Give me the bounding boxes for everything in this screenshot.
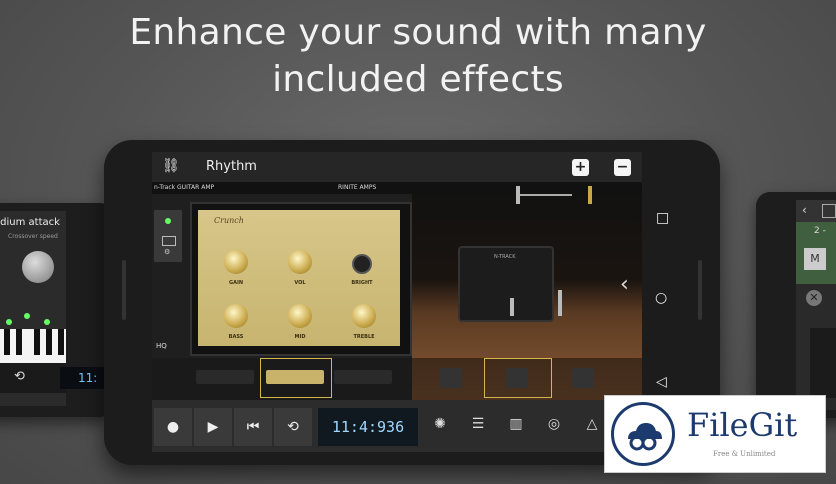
knob-label: MID [294,334,306,340]
amp-selector [152,358,412,400]
speaker-grille [698,260,702,320]
back-icon[interactable]: ◁ [656,374,667,390]
recents-icon[interactable]: □ [656,210,669,226]
right-device: ‹ 2 - M ✕ [756,192,836,418]
amp-header: n-Track GUITAR AMP RINITE AMPS [152,182,412,194]
knob-label: BRIGHT [351,280,373,286]
cabinet-brand: N-TRACK [494,254,516,260]
mixer-icon[interactable]: ☰ [466,416,490,438]
amp-thumb[interactable] [196,370,254,384]
amp-thumb-selected[interactable] [266,370,324,384]
add-button[interactable]: + [572,159,589,176]
led-icon [44,319,50,325]
switch-icon[interactable] [162,236,176,246]
bass-knob[interactable] [224,304,248,328]
amp-model-label: Crunch [214,216,244,225]
cabinet-thumb[interactable] [440,368,462,388]
track-label: 2 - [814,226,826,236]
chevron-left-icon[interactable]: ‹ [620,272,629,297]
filegit-tagline: Free & Unlimited [713,450,776,458]
grid-icon[interactable] [822,204,836,218]
filegit-logo-icon [611,402,675,466]
home-icon[interactable]: ○ [655,290,667,306]
cabinet-thumb-selected[interactable] [506,368,528,388]
mid-knob[interactable] [288,304,312,328]
knob-label: BASS [228,334,244,340]
cabinet-selector [412,358,642,400]
top-bar: ⛓ Rhythm + − [152,152,642,182]
bright-knob[interactable] [352,254,372,274]
right-device-screen: ‹ 2 - M ✕ [796,200,836,410]
preset-sub-label: Crossover speed [8,233,58,240]
amp-control-panel: Crunch GAIN VOL BRIGHT BASS MID TREBLE [198,210,400,346]
knob-label: GAIN [228,280,244,286]
headline-line-1: Enhance your sound with many [129,12,707,53]
power-led-icon [165,218,171,224]
transport-bar: ● ▶ ⏮ ⟲ 11:4:936 ✺ ☰ ▥ ◎ △ [152,400,642,452]
close-icon[interactable]: ✕ [806,290,822,306]
preset-label: edium attack [0,217,60,228]
guitar-amp-panel: n-Track GUITAR AMP RINITE AMPS ⚙ Crunch … [152,182,412,400]
amp-face: Crunch GAIN VOL BRIGHT BASS MID TREBLE [190,202,412,356]
loop-icon[interactable]: ⟲ [14,369,25,384]
loop-button[interactable]: ⟲ [274,408,312,446]
mute-button[interactable]: M [804,248,826,270]
filegit-name: FileGit [687,406,798,444]
remove-button[interactable]: − [614,159,631,176]
mic-icon[interactable] [516,186,520,204]
led-icon [6,319,12,325]
speaker-grille [122,260,126,320]
amp-thumb[interactable] [334,370,392,384]
amp-power-panel[interactable]: ⚙ [154,210,182,262]
hq-label[interactable]: HQ [156,342,167,350]
rewind-button[interactable]: ⏮ [234,408,272,446]
knob-label: TREBLE [353,334,375,340]
mic-icon[interactable] [558,290,562,316]
gain-knob[interactable] [224,250,248,274]
filegit-badge: FileGit Free & Unlimited [604,395,826,473]
effects-icon[interactable]: ✺ [428,416,452,438]
app-screen: ⛓ Rhythm + − n-Track GUITAR AMP RINITE A… [152,152,642,452]
mic-position-slider[interactable] [516,194,572,196]
crossover-knob[interactable] [22,251,54,283]
headline-line-2: included effects [272,59,564,100]
mic-icon[interactable] [588,186,592,204]
cabinet-thumb[interactable] [572,368,594,388]
led-icon [24,313,30,319]
back-chevron-icon[interactable]: ‹ [802,203,807,217]
drum-icon[interactable]: ◎ [542,416,566,438]
metronome-icon[interactable]: △ [580,416,604,438]
amp-header-title: n-Track GUITAR AMP [154,184,215,191]
piano-icon[interactable]: ▥ [504,416,528,438]
speaker-cabinet: N-TRACK [458,246,554,322]
settings-icon[interactable]: ⚙ [164,248,170,256]
link-icon[interactable]: ⛓ [162,158,180,174]
mic-icon[interactable] [510,298,514,316]
cabinet-room: N-TRACK ‹ [412,182,642,400]
time-display: 11:4:936 [318,408,418,446]
treble-knob[interactable] [352,304,376,328]
left-device: edium attack Crossover speed ⟲ 11: [0,203,118,417]
vol-knob[interactable] [288,250,312,274]
knob-label: VOL [294,280,306,286]
amp-brand: RINITE AMPS [338,184,377,191]
left-transport: ⟲ 11: [0,363,118,393]
record-button[interactable]: ● [154,408,192,446]
track-title: Rhythm [206,159,257,174]
play-button[interactable]: ▶ [194,408,232,446]
